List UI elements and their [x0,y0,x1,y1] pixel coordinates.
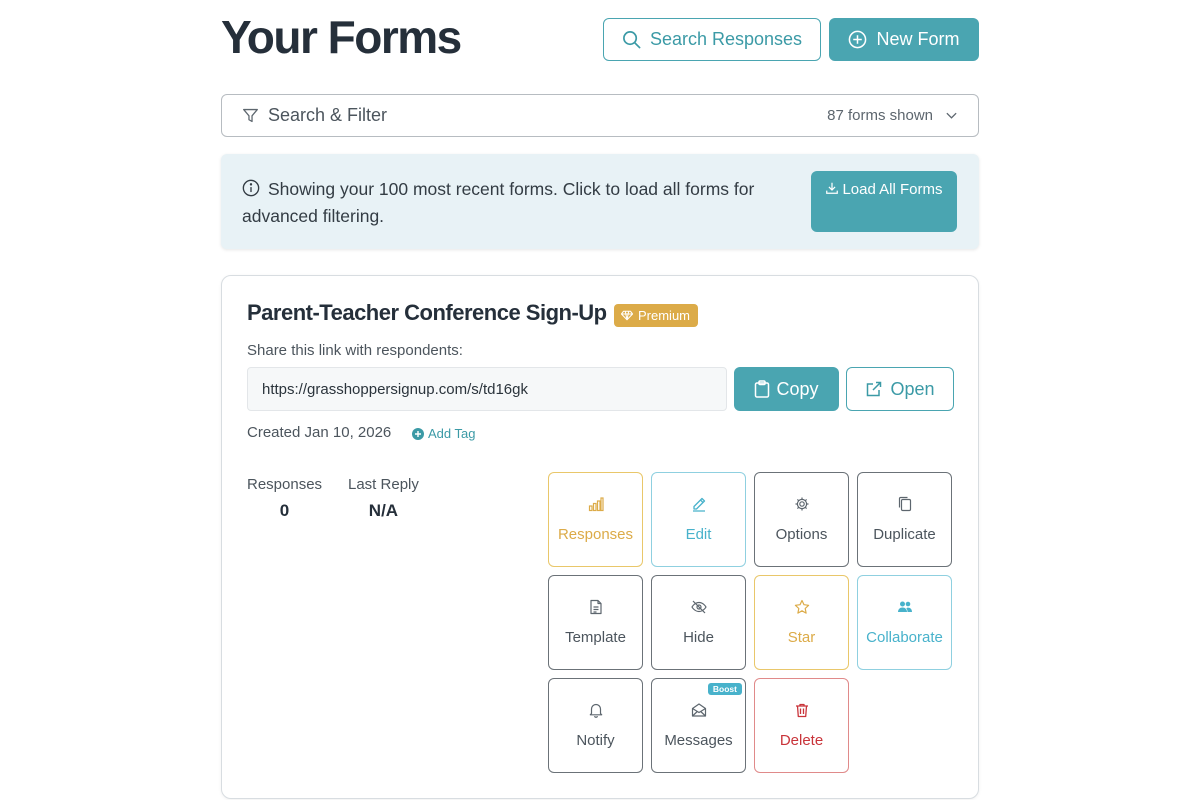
responses-action-button[interactable]: Responses [548,472,643,567]
eye-off-icon [690,599,707,615]
new-form-button[interactable]: New Form [829,18,979,61]
search-filter-label: Search & Filter [268,105,388,125]
external-link-icon [865,380,883,398]
star-action-button[interactable]: Star [754,575,849,670]
document-icon [588,599,604,615]
info-banner-text: Showing your 100 most recent forms. Clic… [242,179,755,226]
bell-icon [588,702,604,718]
copy-button[interactable]: Copy [734,367,839,411]
form-card: Parent-Teacher Conference Sign-Up Premiu… [221,275,979,799]
plus-circle-icon [848,30,867,49]
info-banner: Showing your 100 most recent forms. Clic… [221,154,979,249]
duplicate-icon [897,496,913,512]
notify-action-label: Notify [576,732,615,749]
chevron-down-icon [945,109,958,122]
options-action-button[interactable]: Options [754,472,849,567]
add-tag-button[interactable]: Add Tag [412,426,475,441]
pencil-icon [691,496,707,512]
bar-chart-icon [588,496,604,512]
clipboard-icon [754,380,770,398]
share-link-field[interactable]: https://grasshoppersignup.com/s/td16gk [247,367,727,411]
duplicate-action-label: Duplicate [873,526,936,543]
new-form-label: New Form [876,29,960,49]
created-date: Created Jan 10, 2026 [247,424,392,441]
boost-badge: Boost [707,683,742,695]
collaborate-action-label: Collaborate [866,629,943,646]
edit-action-label: Edit [685,526,712,543]
premium-badge-label: Premium [638,308,691,323]
options-action-label: Options [775,526,828,543]
star-action-label: Star [787,629,816,646]
plus-circle-icon [412,427,424,440]
notify-action-button[interactable]: Notify [548,678,643,773]
delete-action-label: Delete [779,732,824,749]
responses-action-label: Responses [557,526,634,543]
share-label: Share this link with respondents: [247,342,463,359]
trash-icon [794,702,810,718]
form-title: Parent-Teacher Conference Sign-Up [247,300,607,325]
premium-badge: Premium [614,304,699,327]
page-title: Your Forms [221,11,462,63]
responses-stat: Responses 0 [247,476,322,521]
filter-icon [242,107,259,124]
hide-action-button[interactable]: Hide [651,575,746,670]
collaborate-action-button[interactable]: Collaborate [857,575,952,670]
download-icon [825,181,839,195]
search-responses-label: Search Responses [649,29,803,49]
add-tag-label: Add Tag [428,426,476,441]
responses-stat-label: Responses [247,476,323,493]
duplicate-action-button[interactable]: Duplicate [857,472,952,567]
last-reply-stat-value: N/A [368,501,399,520]
forms-count: 87 forms shown [827,107,933,124]
users-icon [897,599,913,615]
last-reply-stat: Last Reply N/A [348,476,419,521]
load-all-forms-button[interactable]: Load All Forms [811,171,957,232]
search-icon [622,30,641,49]
messages-action-button[interactable]: Boost Messages [651,678,746,773]
delete-action-button[interactable]: Delete [754,678,849,773]
template-action-button[interactable]: Template [548,575,643,670]
responses-stat-value: 0 [279,501,290,520]
diamond-icon [621,310,633,321]
edit-action-button[interactable]: Edit [651,472,746,567]
load-all-forms-label: Load All Forms [842,181,943,198]
search-filter-bar[interactable]: Search & Filter 87 forms shown [221,94,979,137]
hide-action-label: Hide [683,629,714,646]
gear-icon [794,496,810,512]
search-responses-button[interactable]: Search Responses [603,18,821,61]
last-reply-stat-label: Last Reply [348,476,419,493]
messages-action-label: Messages [664,732,733,749]
star-icon [794,599,810,615]
open-button[interactable]: Open [846,367,954,411]
open-label: Open [890,378,935,399]
envelope-icon [691,702,707,718]
template-action-label: Template [565,629,626,646]
copy-label: Copy [776,378,819,399]
